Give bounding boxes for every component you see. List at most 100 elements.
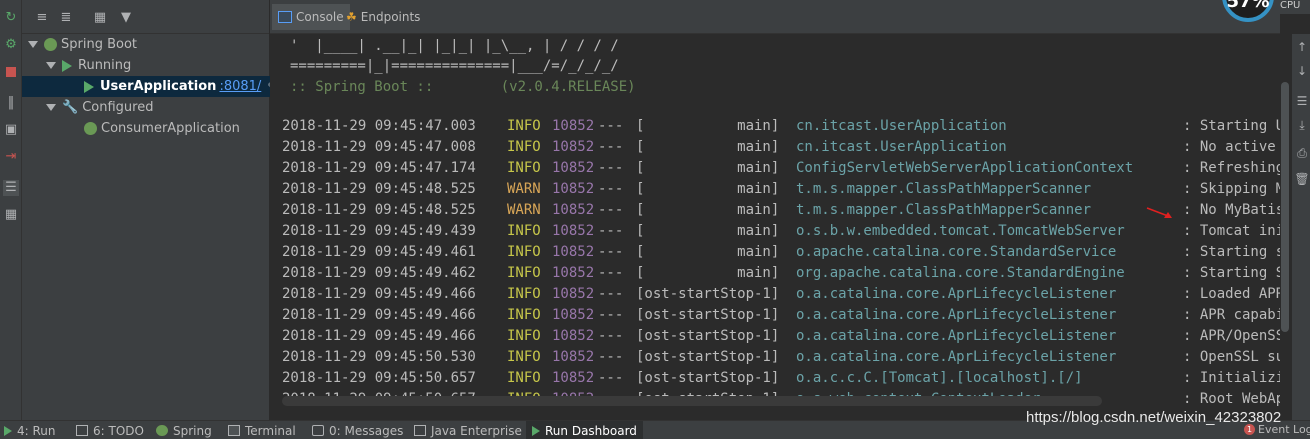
log-pid: 10852 <box>552 202 595 218</box>
log-line: 2018-11-29 09:45:48.525 WARN 10852 --- [ mai… <box>282 181 1280 202</box>
log-thread: [ost-startStop-1] <box>636 328 780 344</box>
trash-icon[interactable]: 🗑 <box>1294 172 1309 186</box>
log-pid: 10852 <box>552 349 595 365</box>
tab-console[interactable]: Console <box>272 4 350 30</box>
log-message: : Loaded APR <box>1183 286 1280 302</box>
log-level: INFO <box>507 139 541 155</box>
pause-icon[interactable]: ‖ <box>3 95 19 111</box>
log-message: : No MyBatis <box>1183 202 1280 218</box>
tree-node-running[interactable]: Running <box>22 55 270 76</box>
down-arrow-icon[interactable]: ↓ <box>1295 64 1309 78</box>
app-port-link[interactable]: :8081/ <box>219 79 261 94</box>
left-toolbar: ↻ ⚙ ‖ ▣ ⇥ ☰ ▦ <box>0 0 22 420</box>
expand-arrow-icon[interactable] <box>46 104 56 111</box>
event-log-button[interactable]: 1 Event Log <box>1244 423 1310 436</box>
bottom-tab-spring[interactable]: Spring <box>156 421 212 439</box>
tree-node-user-application[interactable]: UserApplication :8081/ ✎ <box>22 76 277 97</box>
log-thread: [ main] <box>636 139 780 155</box>
log-level: INFO <box>507 328 541 344</box>
log-message: : OpenSSL suc <box>1183 349 1280 365</box>
spring-boot-icon <box>44 38 57 51</box>
soft-wrap-icon[interactable]: ☰ <box>1295 94 1309 108</box>
log-thread: [ main] <box>636 160 780 176</box>
expand-all-icon[interactable]: ≡ <box>34 9 50 25</box>
bottom-tab-todo[interactable]: 6: TODO <box>76 421 144 439</box>
cpu-label: CPU <box>1276 0 1310 14</box>
log-date: 2018-11-29 09:45:49.466 <box>282 328 476 344</box>
log-message: : Refreshing <box>1183 160 1280 176</box>
event-count-badge: 1 <box>1244 424 1255 435</box>
log-message: : Starting Se <box>1183 265 1280 281</box>
vertical-scroll-thumb[interactable] <box>1281 82 1289 332</box>
log-separator: --- <box>598 118 624 134</box>
log-pid: 10852 <box>552 265 595 281</box>
bottom-tab-run[interactable]: 4: Run <box>4 421 56 439</box>
tree-node-configured[interactable]: 🔧 Configured <box>22 97 270 118</box>
log-logger: o.a.catalina.core.AprLifecycleListener <box>796 307 1117 323</box>
bottom-tab-messages[interactable]: 0: Messages <box>312 421 403 439</box>
up-arrow-icon[interactable]: ↑ <box>1295 40 1309 54</box>
log-pid: 10852 <box>552 181 595 197</box>
stop-icon[interactable] <box>3 64 19 80</box>
log-separator: --- <box>598 139 624 155</box>
bottom-tab-label: Terminal <box>245 423 296 438</box>
horizontal-scrollbar[interactable] <box>282 396 1102 406</box>
log-line: 2018-11-29 09:45:49.466 INFO 10852 --- [ost-… <box>282 286 1280 307</box>
expand-arrow-icon[interactable] <box>28 41 38 48</box>
watermark-text: https://blog.csdn.net/weixin_42323802 <box>1026 409 1282 426</box>
expand-arrow-icon[interactable] <box>46 62 56 69</box>
log-logger: o.a.c.c.C.[Tomcat].[localhost].[/] <box>796 370 1083 386</box>
log-message: : APR/OpenSSL <box>1183 328 1280 344</box>
event-log-label: Event Log <box>1258 423 1310 436</box>
log-separator: --- <box>598 349 624 365</box>
tree-node-consumer-application[interactable]: ConsumerApplication <box>22 118 270 139</box>
spring-boot-icon <box>84 122 97 135</box>
camera-icon[interactable]: ▣ <box>3 122 19 138</box>
layout-icon[interactable]: ☰ <box>3 180 19 196</box>
tab-label: Endpoints <box>360 10 421 24</box>
log-pid: 10852 <box>552 139 595 155</box>
log-message: : Skipping Ma <box>1183 181 1280 197</box>
messages-icon <box>312 425 324 436</box>
collapse-all-icon[interactable]: ≣ <box>58 9 74 25</box>
tree-node-label: Running <box>78 58 132 73</box>
log-separator: --- <box>598 223 624 239</box>
log-logger: o.apache.catalina.core.StandardService <box>796 244 1117 260</box>
rerun-icon[interactable]: ↻ <box>3 10 19 26</box>
bottom-tab-run-dashboard[interactable]: Run Dashboard <box>526 421 643 439</box>
scroll-to-end-icon[interactable]: ⤓ <box>1295 118 1309 132</box>
exit-icon[interactable]: ⇥ <box>3 149 19 165</box>
log-pid: 10852 <box>552 223 595 239</box>
app-name: UserApplication <box>100 79 217 94</box>
log-logger: ConfigServletWebServerApplicationContext <box>796 160 1134 176</box>
debug-icon[interactable]: ⚙ <box>3 37 19 53</box>
console-tab-bar: Console ☘ Endpoints <box>270 0 1280 34</box>
log-separator: --- <box>598 328 624 344</box>
log-line: 2018-11-29 09:45:49.466 INFO 10852 --- [ost-… <box>282 328 1280 349</box>
run-icon <box>4 425 12 436</box>
log-date: 2018-11-29 09:45:47.008 <box>282 139 476 155</box>
log-line: 2018-11-29 09:45:50.657 INFO 10852--- [ost-… <box>282 370 1280 391</box>
bottom-tab-java-enterprise[interactable]: Java Enterprise <box>414 421 522 439</box>
run-icon <box>84 80 94 93</box>
tab-endpoints[interactable]: ☘ Endpoints <box>340 4 426 30</box>
log-level: WARN <box>507 181 541 197</box>
tree-node-spring-boot[interactable]: Spring Boot <box>22 34 270 55</box>
grid-icon[interactable]: ▦ <box>3 207 19 223</box>
log-level: WARN <box>507 202 541 218</box>
console-output[interactable]: ' |____| .__|_| |_|_| |_\__, | / / / / =… <box>270 34 1280 412</box>
log-message: : No active p <box>1183 139 1276 155</box>
filter-icon[interactable]: ▼ <box>118 9 134 25</box>
log-date: 2018-11-29 09:45:48.525 <box>282 202 476 218</box>
java-enterprise-icon <box>414 425 426 436</box>
log-line: 2018-11-29 09:45:49.462 INFO 10852 --- [ mai… <box>282 265 1280 286</box>
tree-toolbar: ≡ ≣ ▦ ▼ <box>22 0 269 34</box>
spring-icon <box>156 425 168 436</box>
print-icon[interactable]: ⎙ <box>1295 146 1309 160</box>
group-icon[interactable]: ▦ <box>92 9 108 25</box>
log-logger: o.s.b.w.embedded.tomcat.TomcatWebServer <box>796 223 1125 239</box>
bottom-tab-terminal[interactable]: Terminal <box>228 421 296 439</box>
log-thread: [ main] <box>636 265 780 281</box>
log-line: 2018-11-29 09:45:49.461 INFO 10852 --- [ mai… <box>282 244 1280 265</box>
tab-label: Console <box>296 10 344 24</box>
